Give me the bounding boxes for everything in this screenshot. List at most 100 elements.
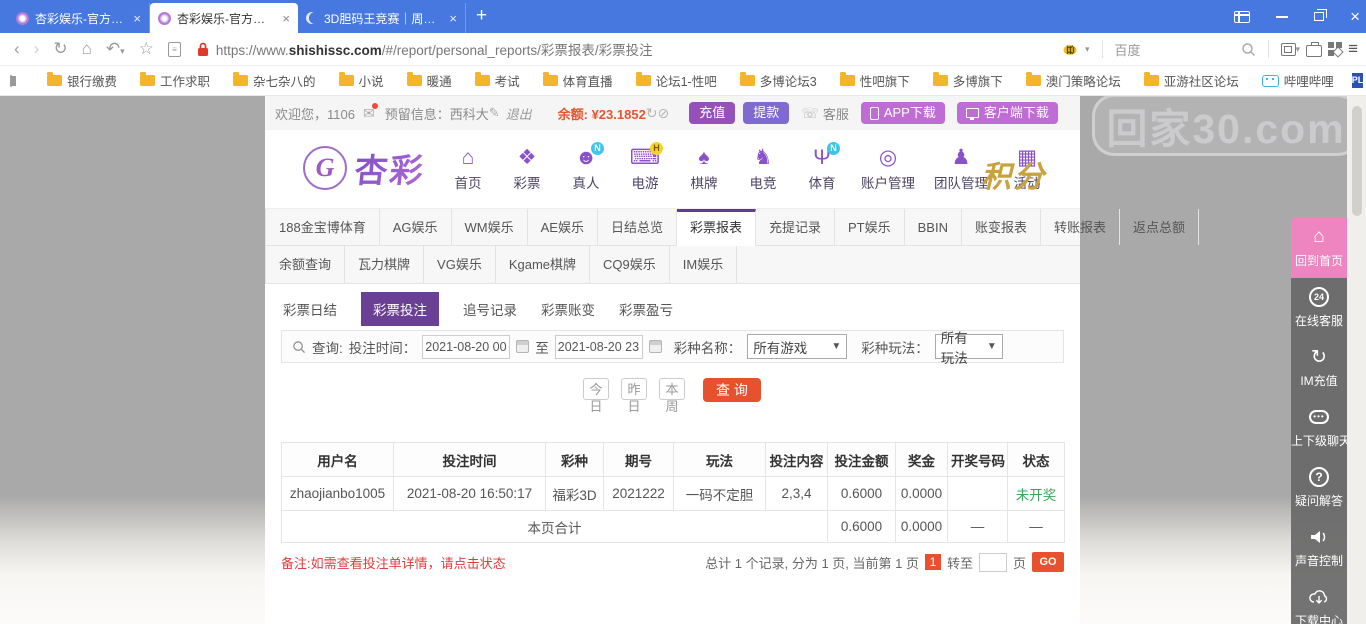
week-button[interactable]: 本周 (659, 378, 685, 400)
tab-ag[interactable]: AG娱乐 (380, 209, 452, 245)
sidebar-download-center[interactable]: 下载中心 (1291, 578, 1347, 624)
subtab-lottery-bets-active[interactable]: 彩票投注 (361, 292, 439, 326)
bee-icon[interactable] (1062, 42, 1079, 56)
downloads-briefcase-icon[interactable] (1306, 42, 1322, 57)
bookmark-folder[interactable]: 性吧旗下 (840, 71, 910, 90)
yesterday-button[interactable]: 昨日 (621, 378, 647, 400)
nav-cards[interactable]: ♠棋牌 (684, 146, 724, 192)
tab-rebate[interactable]: 返点总额 (1120, 209, 1199, 245)
query-button[interactable]: 查 询 (703, 378, 761, 402)
calendar-icon[interactable] (516, 340, 529, 353)
tab-deposit[interactable]: 充提记录 (756, 209, 835, 245)
subtab-profit-loss[interactable]: 彩票盈亏 (619, 299, 673, 319)
minimize-button[interactable] (1276, 16, 1288, 18)
reload-icon[interactable]: ↻ (53, 39, 67, 59)
subtab-lottery-daily[interactable]: 彩票日结 (283, 299, 337, 319)
tab-close-icon[interactable]: × (449, 11, 457, 26)
url-field[interactable]: https://www.shishissc.com/#/report/perso… (197, 39, 1062, 59)
date-to-input[interactable] (555, 335, 643, 359)
tab-close-icon[interactable]: × (282, 11, 290, 26)
tab-vg[interactable]: VG娱乐 (424, 246, 496, 283)
tab-188[interactable]: 188金宝博体育 (265, 209, 380, 245)
current-page-badge[interactable]: 1 (925, 554, 941, 570)
bookmark-folder[interactable]: 多博论坛3 (740, 71, 817, 90)
nav-lottery[interactable]: ❖彩票 (507, 146, 547, 192)
bookmark-folder[interactable]: 小说 (339, 71, 384, 90)
sidebar-im-recharge[interactable]: ↻ IM充值 (1291, 338, 1347, 398)
nav-home[interactable]: ⌂首页 (448, 146, 488, 192)
favorite-star-icon[interactable]: ☆ (139, 39, 154, 59)
search-input[interactable]: 百度 (1115, 40, 1235, 59)
nav-live-casino[interactable]: ☻N真人 (566, 146, 606, 192)
nav-team[interactable]: ♟团队管理 (934, 146, 988, 192)
subtab-lottery-changes[interactable]: 彩票账变 (541, 299, 595, 319)
tab-wali[interactable]: 瓦力棋牌 (345, 246, 424, 283)
tab-account-change[interactable]: 账变报表 (962, 209, 1041, 245)
sidebar-sound-control[interactable]: 声音控制 (1291, 518, 1347, 578)
tab-wm[interactable]: WM娱乐 (452, 209, 528, 245)
customer-service-link[interactable]: ☏客服 (801, 104, 849, 123)
search-icon[interactable] (1241, 42, 1256, 57)
withdraw-button[interactable]: 提款 (743, 102, 789, 124)
search-engine-dropdown-icon[interactable]: ▾ (1085, 44, 1090, 55)
bookmark-folder[interactable]: 银行缴费 (47, 71, 117, 90)
bookmark-folder[interactable]: 考试 (475, 71, 520, 90)
nav-account[interactable]: ◎账户管理 (861, 146, 915, 192)
app-download-button[interactable]: APP下载 (861, 102, 945, 124)
edit-icon[interactable]: ✎ (489, 105, 500, 121)
tab-transfer[interactable]: 转账报表 (1041, 209, 1120, 245)
subtab-chase-records[interactable]: 追号记录 (463, 299, 517, 319)
goto-page-input[interactable] (979, 553, 1007, 572)
today-button[interactable]: 今日 (583, 378, 609, 400)
go-button[interactable]: GO (1032, 552, 1064, 572)
bookmark-folder[interactable]: 体育直播 (543, 71, 613, 90)
scrollbar-thumb[interactable] (1352, 106, 1362, 216)
tab-kgame[interactable]: Kgame棋牌 (496, 246, 590, 283)
back-icon[interactable]: ‹ (14, 39, 20, 59)
tab-im[interactable]: IM娱乐 (670, 246, 737, 283)
mail-icon[interactable]: ✉ (363, 105, 375, 122)
home-icon[interactable]: ⌂ (82, 39, 92, 59)
apps-grid-icon[interactable] (1328, 42, 1342, 56)
sidebar-faq[interactable]: ? 疑问解答 (1291, 458, 1347, 518)
bookmark-folder[interactable]: 多博旗下 (933, 71, 1003, 90)
bookmark-pl[interactable]: PL (1352, 73, 1364, 88)
sidebar-chat[interactable]: ••• 上下级聊天 (1291, 398, 1347, 458)
bookmark-folder[interactable]: 澳门策略论坛 (1026, 71, 1121, 90)
cell-status-link[interactable]: 未开奖 (1008, 477, 1065, 511)
play-select[interactable]: 所有玩法▼ (935, 334, 1003, 359)
close-window-button[interactable]: × (1350, 8, 1360, 25)
bookmark-folder[interactable]: 亚游社区论坛 (1144, 71, 1239, 90)
sidebar-back-home[interactable]: ⌂ 回到首页 (1291, 218, 1347, 278)
bookmark-folder[interactable]: 杂七杂八的 (233, 71, 316, 90)
tab-close-icon[interactable]: × (133, 11, 141, 26)
tab-cq9[interactable]: CQ9娱乐 (590, 246, 670, 283)
history-undo-icon[interactable]: ↶▾ (106, 39, 125, 59)
browser-tab-3[interactable]: 3D胆码王竞赛｜周奖388元 × (298, 3, 466, 33)
nav-esports[interactable]: ♞电竞 (743, 146, 783, 192)
tab-daily[interactable]: 日结总览 (598, 209, 677, 245)
refresh-balance-icon[interactable]: ↻ (646, 105, 658, 122)
calendar-icon[interactable] (649, 340, 662, 353)
tab-lottery-report-active[interactable]: 彩票报表 (677, 209, 756, 246)
bookmark-bilibili[interactable]: 哔哩哔哩 (1262, 71, 1334, 90)
tab-bbin[interactable]: BBIN (905, 209, 962, 245)
tab-balance-query[interactable]: 余额查询 (265, 246, 345, 283)
hide-balance-icon[interactable]: ⊘ (658, 105, 670, 122)
layout-icon[interactable] (1234, 11, 1250, 23)
tab-ae[interactable]: AE娱乐 (528, 209, 598, 245)
lottery-select[interactable]: 所有游戏▼ (747, 334, 847, 359)
page-scrollbar[interactable] (1347, 96, 1366, 624)
new-tab-button[interactable]: + (476, 5, 487, 27)
client-download-button[interactable]: 客户端下载 (957, 102, 1058, 124)
browser-tab-1[interactable]: 杏彩娱乐-官方网站 × (8, 3, 150, 33)
restore-button[interactable] (1314, 12, 1324, 21)
menu-icon[interactable]: ≡ (1348, 39, 1358, 59)
forward-icon[interactable]: › (34, 39, 40, 59)
bookmark-folder[interactable]: 工作求职 (140, 71, 210, 90)
nav-sports[interactable]: ΨN体育 (802, 146, 842, 192)
bookmarks-panel-icon[interactable] (10, 75, 12, 87)
logout-link[interactable]: 退出 (506, 104, 532, 123)
browser-tab-2-active[interactable]: 杏彩娱乐-官方网站 × (150, 3, 298, 33)
date-from-input[interactable] (422, 335, 510, 359)
